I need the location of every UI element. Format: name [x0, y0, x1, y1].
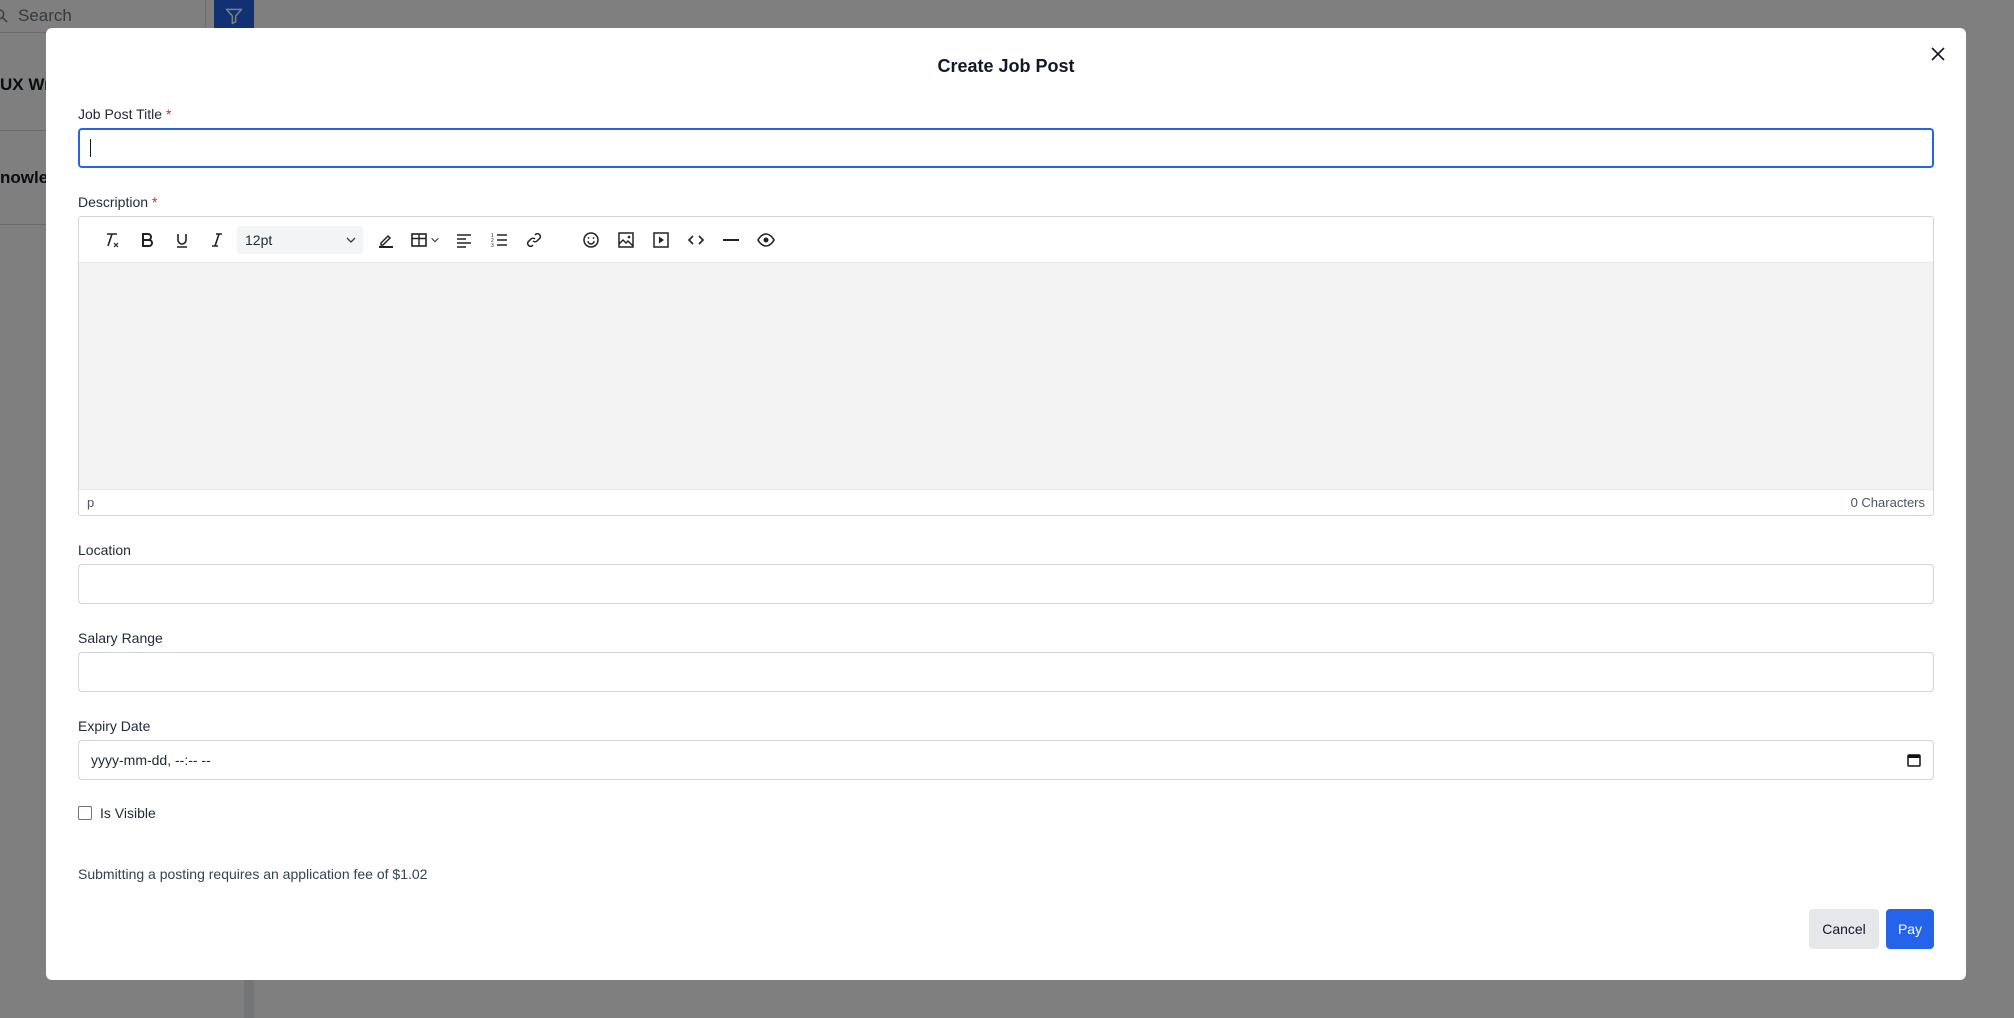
application-fee-note: Submitting a posting requires an applica…: [78, 866, 428, 882]
required-mark: *: [166, 106, 172, 122]
eye-icon: [757, 232, 775, 247]
salary-range-input[interactable]: [78, 652, 1934, 692]
clear-formatting-icon: [107, 232, 119, 247]
media-play-icon: [653, 231, 669, 248]
code-icon: [687, 234, 705, 245]
chevron-down-icon: [431, 237, 439, 242]
description-label-text: Description: [78, 194, 149, 210]
font-size-select[interactable]: 12pt: [237, 225, 363, 254]
bold-icon: [142, 232, 153, 247]
calendar-icon[interactable]: [1907, 753, 1921, 767]
table-button[interactable]: [406, 225, 444, 255]
editor-statusbar: p 0 Characters: [79, 489, 1933, 515]
link-button[interactable]: [519, 225, 549, 255]
expiry-date-placeholder: yyyy-mm-dd, --:-- --: [91, 752, 211, 768]
expiry-date-input[interactable]: yyyy-mm-dd, --:-- --: [78, 740, 1934, 780]
element-path[interactable]: p: [87, 495, 94, 510]
character-count: 0 Characters: [1850, 495, 1925, 510]
emoji-button[interactable]: [576, 225, 606, 255]
italic-icon: [212, 232, 222, 247]
numbered-list-button[interactable]: 123: [484, 225, 514, 255]
expiry-date-label: Expiry Date: [78, 718, 151, 734]
required-mark: *: [152, 194, 158, 210]
job-post-title-label: Job Post Title *: [78, 106, 172, 122]
editor-toolbar: 12pt 123: [79, 217, 1933, 263]
cancel-button[interactable]: Cancel: [1809, 909, 1879, 949]
underline-button[interactable]: [167, 225, 197, 255]
is-visible-label[interactable]: Is Visible: [100, 805, 156, 821]
svg-text:3: 3: [491, 243, 494, 249]
bold-button[interactable]: [132, 225, 162, 255]
horizontal-rule-icon: [723, 238, 739, 241]
code-button[interactable]: [681, 225, 711, 255]
preview-button[interactable]: [751, 225, 781, 255]
underline-icon: [177, 233, 187, 248]
table-icon: [411, 232, 427, 247]
link-icon: [526, 232, 542, 247]
image-icon: [618, 231, 634, 248]
pay-button[interactable]: Pay: [1886, 909, 1934, 949]
description-editor: 12pt 123 p 0 Characters: [78, 216, 1934, 516]
close-icon: [1931, 47, 1945, 61]
job-post-title-input[interactable]: [78, 128, 1934, 168]
insert-image-button[interactable]: [611, 225, 641, 255]
align-left-icon: [457, 233, 471, 248]
create-job-post-modal: Create Job Post Job Post Title * Descript…: [46, 28, 1966, 980]
close-button[interactable]: [1926, 42, 1950, 66]
modal-title: Create Job Post: [937, 56, 1075, 76]
highlight-color-button[interactable]: [371, 225, 401, 255]
description-label: Description *: [78, 194, 157, 210]
align-button[interactable]: [449, 225, 479, 255]
emoji-icon: [583, 231, 599, 248]
horizontal-rule-button[interactable]: [716, 225, 746, 255]
text-caret: [90, 139, 91, 157]
chevron-down-icon: [346, 237, 356, 243]
numbered-list-icon: 123: [491, 233, 507, 249]
clear-formatting-button[interactable]: [97, 225, 127, 255]
italic-button[interactable]: [202, 225, 232, 255]
salary-range-label: Salary Range: [78, 630, 163, 646]
location-label: Location: [78, 542, 131, 558]
insert-media-button[interactable]: [646, 225, 676, 255]
highlight-pen-icon: [379, 234, 393, 248]
location-input[interactable]: [78, 564, 1934, 604]
editor-content-area[interactable]: [79, 263, 1933, 489]
is-visible-checkbox[interactable]: [78, 806, 92, 820]
job-post-title-label-text: Job Post Title: [78, 106, 163, 122]
is-visible-row[interactable]: Is Visible: [78, 805, 156, 821]
font-size-value: 12pt: [245, 231, 273, 248]
